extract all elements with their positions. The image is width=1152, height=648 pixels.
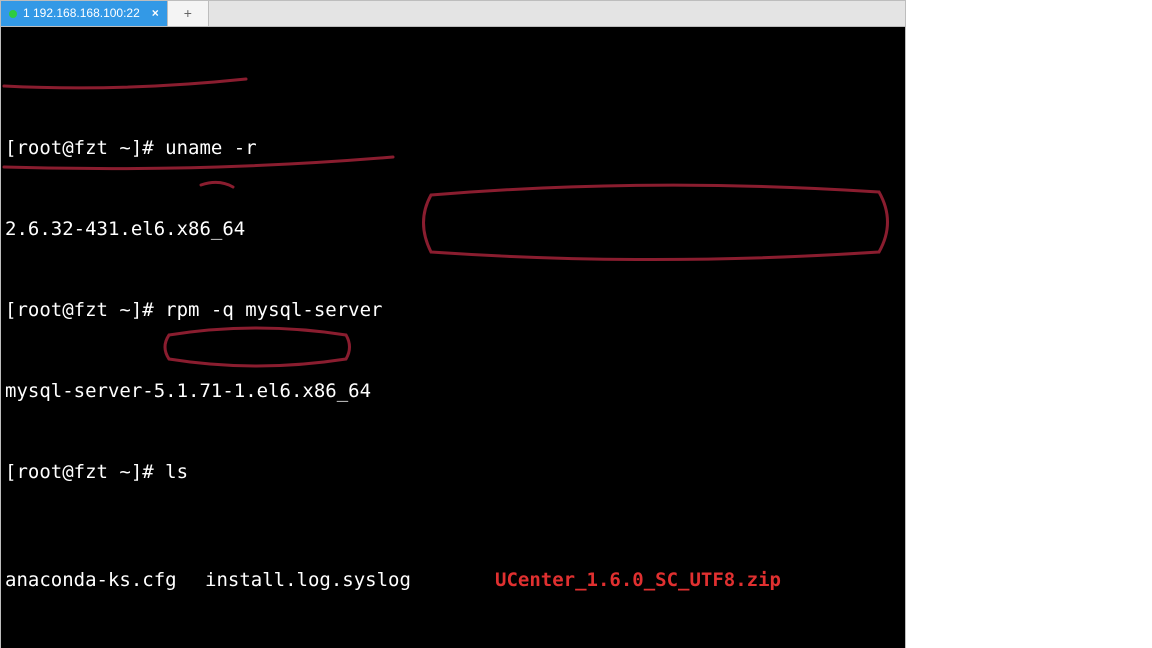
cmd-uname: uname -r bbox=[165, 137, 257, 159]
cmd-rpm: rpm -q mysql-server bbox=[165, 299, 382, 321]
ls-item-archive: UCenter_1.6.0_SC_UTF8.zip bbox=[495, 567, 781, 594]
term-line: mysql-server-5.1.71-1.el6.x86_64 bbox=[1, 378, 905, 405]
new-tab-button[interactable]: + bbox=[167, 1, 209, 26]
terminal-window: 1 192.168.168.100:22 × + [root@fzt ~]# u… bbox=[0, 0, 906, 648]
terminal-output[interactable]: [root@fzt ~]# uname -r 2.6.32-431.el6.x8… bbox=[1, 27, 905, 648]
close-tab-icon[interactable]: × bbox=[152, 1, 159, 26]
tab-label: 1 192.168.168.100:22 bbox=[23, 1, 140, 26]
cmd-ls: ls bbox=[165, 461, 188, 483]
term-line: [root@fzt ~]# uname -r bbox=[1, 135, 905, 162]
term-line: [root@fzt ~]# ls bbox=[1, 459, 905, 486]
kernel-version: 2.6.32-431.el6.x86_64 bbox=[5, 218, 245, 240]
term-line: 2.6.32-431.el6.x86_64 bbox=[1, 216, 905, 243]
ls-row: anaconda-ks.cfginstall.log.syslogUCenter… bbox=[1, 567, 905, 594]
tab-bar: 1 192.168.168.100:22 × + bbox=[1, 1, 905, 27]
prompt: [root@fzt ~]# bbox=[5, 299, 165, 321]
plus-icon: + bbox=[184, 1, 192, 26]
ls-item: install.log.syslog bbox=[205, 567, 495, 594]
ls-item: anaconda-ks.cfg bbox=[5, 567, 205, 594]
prompt: [root@fzt ~]# bbox=[5, 137, 165, 159]
connection-indicator-icon bbox=[9, 10, 17, 18]
prompt: [root@fzt ~]# bbox=[5, 461, 165, 483]
rpm-output: mysql-server-5.1.71-1.el6.x86_64 bbox=[5, 380, 371, 402]
term-line: [root@fzt ~]# rpm -q mysql-server bbox=[1, 297, 905, 324]
terminal-tab-active[interactable]: 1 192.168.168.100:22 × bbox=[1, 1, 167, 26]
